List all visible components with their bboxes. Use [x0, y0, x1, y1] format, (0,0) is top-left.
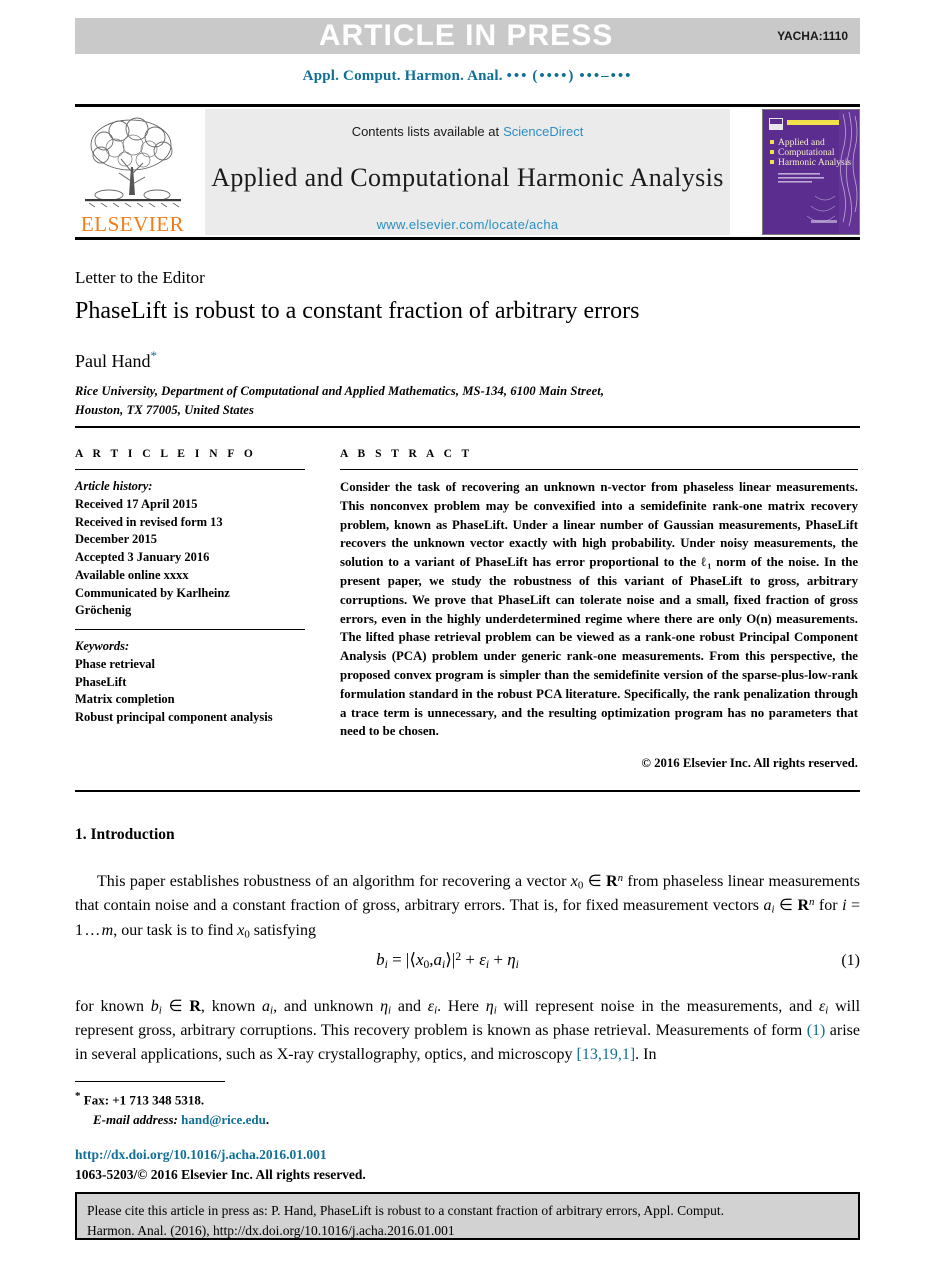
article-info-column: A R T I C L E I N F O Article history: R…: [75, 448, 305, 727]
issn-copyright-line: 1063-5203/© 2016 Elsevier Inc. All right…: [75, 1166, 366, 1182]
affiliation-line-1: Rice University, Department of Computati…: [75, 384, 605, 398]
equation-1-number: (1): [841, 951, 860, 969]
affiliation-line-2: Houston, TX 77005, United States: [75, 402, 254, 417]
abstract-copyright: © 2016 Elsevier Inc. All rights reserved…: [641, 756, 858, 771]
abstract-body: Consider the task of recovering an unkno…: [340, 480, 858, 739]
title-divider: [75, 426, 860, 428]
keyword-item: Phase retrieval: [75, 656, 155, 671]
footnote-fax: * Fax: +1 713 348 5318.: [75, 1088, 575, 1110]
footnote-divider: [75, 1081, 225, 1082]
introduction-paragraph-1: This paper establishes robustness of an …: [75, 872, 861, 941]
article-in-press-banner: ARTICLE IN PRESS YACHA:1110: [75, 18, 860, 54]
running-citation-volume: •••: [506, 68, 529, 84]
footnote-fax-text: Fax: +1 713 348 5318.: [83, 1092, 205, 1108]
info-divider-bottom: [75, 629, 305, 630]
bibliography-reference-link[interactable]: [13,19,1]: [576, 1046, 635, 1063]
author-label: Paul Hand: [75, 351, 151, 371]
abstract-heading: A B S T R A C T: [340, 448, 473, 460]
intro-text-a: This paper establishes robustness of an …: [97, 873, 571, 890]
running-citation-journal: Appl. Comput. Harmon. Anal.: [302, 68, 503, 84]
banner-article-code: YACHA:1110: [777, 29, 848, 43]
author-affiliation: Rice University, Department of Computati…: [75, 382, 755, 420]
equation-1-row: bi = |⟨x0,ai⟩|2 + εi + ηi (1): [75, 950, 860, 971]
footnote-marker: *: [75, 1090, 81, 1102]
abstract-column: A B S T R A C T Consider the task of rec…: [340, 448, 858, 771]
cite-line-2: Harmon. Anal. (2016), http://dx.doi.org/…: [87, 1222, 455, 1238]
cite-this-article-box: Please cite this article in press as: P.…: [75, 1192, 860, 1240]
history-item: Received in revised form 13: [75, 514, 223, 529]
elsevier-tree-icon: [84, 117, 181, 208]
history-item: Received 17 April 2015: [75, 496, 198, 511]
cite-line-1: Please cite this article in press as: P.…: [87, 1203, 724, 1218]
history-item: Available online xxxx: [75, 567, 189, 582]
keywords-block: Keywords: Phase retrieval PhaseLift Matr…: [75, 638, 305, 727]
running-citation: Appl. Comput. Harmon. Anal. ••• (••••) •…: [0, 68, 935, 85]
journal-title: Applied and Computational Harmonic Analy…: [211, 163, 724, 192]
intro-text-c: satisfying: [249, 921, 316, 939]
journal-masthead: ELSEVIER Contents lists available at Sci…: [75, 104, 860, 240]
abstract-bottom-divider: [75, 790, 860, 792]
equation-1-body: bi = |⟨x0,ai⟩|2 + εi + ηi: [376, 950, 519, 972]
sciencedirect-link[interactable]: ScienceDirect: [503, 124, 583, 139]
svg-text:Computational: Computational: [778, 148, 835, 158]
author-footnote-marker[interactable]: *: [151, 348, 158, 363]
elsevier-logo: ELSEVIER: [75, 109, 190, 235]
history-item: December 2015: [75, 532, 158, 547]
equation-reference-link[interactable]: (1): [807, 1022, 826, 1039]
history-item: Gröchenig: [75, 603, 132, 618]
article-type-label: Letter to the Editor: [75, 268, 205, 287]
running-citation-year: (••••): [532, 68, 576, 84]
doi-link[interactable]: http://dx.doi.org/10.1016/j.acha.2016.01…: [75, 1145, 595, 1165]
abstract-divider: [340, 469, 858, 470]
article-history-label: Article history:: [75, 479, 153, 493]
info-divider-top: [75, 469, 305, 470]
page-title: PhaseLift is robust to a constant fracti…: [75, 298, 640, 324]
keyword-item: Matrix completion: [75, 692, 175, 707]
svg-text:Harmonic Analysis: Harmonic Analysis: [778, 158, 851, 168]
svg-text:Applied and: Applied and: [778, 138, 825, 148]
introduction-paragraph-2: for known bi ∈ R, known ai, and unknown …: [75, 998, 861, 1063]
article-history-block: Article history: Received 17 April 2015 …: [75, 478, 305, 620]
banner-title: ARTICLE IN PRESS: [318, 19, 614, 52]
journal-homepage-link[interactable]: www.elsevier.com/locate/acha: [377, 217, 559, 232]
contents-label: Contents lists available at: [351, 124, 500, 139]
doi-block: http://dx.doi.org/10.1016/j.acha.2016.01…: [75, 1145, 595, 1184]
footnote-email: E-mail address: hand@rice.edu.: [93, 1111, 270, 1127]
article-info-heading: A R T I C L E I N F O: [75, 448, 257, 460]
cover-art-icon: Applied and Computational Harmonic Analy…: [763, 110, 859, 234]
section-heading-introduction: 1. Introduction: [75, 826, 175, 843]
keywords-label: Keywords:: [75, 639, 130, 653]
footnote-block: * Fax: +1 713 348 5318. E-mail address: …: [75, 1088, 575, 1129]
email-label: E-mail address:: [93, 1111, 178, 1127]
keyword-item: Robust principal component analysis: [75, 710, 273, 724]
author-name: Paul Hand*: [75, 348, 157, 372]
journal-cover-thumbnail: Applied and Computational Harmonic Analy…: [762, 109, 860, 235]
history-item: Accepted 3 January 2016: [75, 550, 210, 564]
elsevier-wordmark: ELSEVIER: [80, 212, 185, 236]
contents-listing-box: Contents lists available at ScienceDirec…: [205, 109, 730, 235]
email-link[interactable]: hand@rice.edu: [181, 1112, 266, 1127]
running-citation-pages: •••–•••: [579, 68, 633, 84]
keyword-item: PhaseLift: [75, 674, 127, 689]
history-item: Communicated by Karlheinz: [75, 585, 230, 600]
